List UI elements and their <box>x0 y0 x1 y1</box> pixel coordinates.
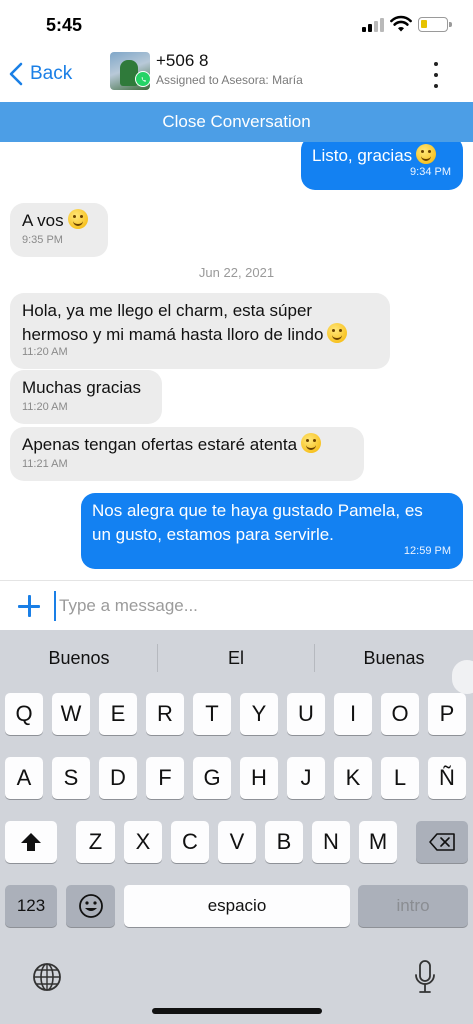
key-q[interactable]: Q <box>5 693 43 735</box>
shift-key[interactable] <box>5 821 57 863</box>
key-v[interactable]: V <box>218 821 256 863</box>
contact-name[interactable]: +506 8 <box>156 51 208 71</box>
globe-icon[interactable] <box>32 962 62 992</box>
key-e[interactable]: E <box>99 693 137 735</box>
message-time: 12:59 PM <box>403 545 451 557</box>
key-f[interactable]: F <box>146 757 184 799</box>
message-bubble[interactable]: Listo, gracias 9:34 PM <box>301 142 463 190</box>
message-text-line: Hola, ya me llego el charm, esta súper <box>22 301 313 320</box>
close-conversation-button[interactable]: Close Conversation <box>0 102 473 142</box>
key-t[interactable]: T <box>193 693 231 735</box>
key-j[interactable]: J <box>287 757 325 799</box>
emoji-key[interactable] <box>66 885 115 927</box>
key-h[interactable]: H <box>240 757 278 799</box>
suggestion-item[interactable]: Buenas <box>319 648 469 669</box>
numbers-key[interactable]: 123 <box>5 885 57 927</box>
status-bar: 5:45 <box>0 0 473 46</box>
message-time: 9:35 PM <box>22 234 63 246</box>
shift-icon <box>21 833 41 851</box>
assigned-agent-label: Assigned to Asesora: María <box>156 73 303 87</box>
add-attachment-button[interactable] <box>16 593 42 619</box>
message-bubble[interactable]: Apenas tengan ofertas estaré atenta 11:2… <box>10 427 364 481</box>
more-vertical-icon <box>434 62 438 66</box>
cellular-signal-icon <box>362 18 384 32</box>
key-l[interactable]: L <box>381 757 419 799</box>
key-s[interactable]: S <box>52 757 90 799</box>
wifi-icon <box>390 15 412 32</box>
message-bubble[interactable]: Hola, ya me llego el charm, esta súper h… <box>10 293 390 369</box>
key-o[interactable]: O <box>381 693 419 735</box>
suggestion-bar: Buenos El Buenas <box>0 630 473 694</box>
more-options-button[interactable] <box>426 62 446 88</box>
on-screen-keyboard: Buenos El Buenas Q W E R T Y U I O P A S… <box>0 630 473 1024</box>
suggestion-divider <box>314 644 315 672</box>
whatsapp-icon <box>135 71 151 87</box>
key-u[interactable]: U <box>287 693 325 735</box>
key-x[interactable]: X <box>124 821 162 863</box>
message-time: 9:34 PM <box>410 166 451 178</box>
smiling-face-emoji-icon <box>327 323 348 343</box>
space-key[interactable]: espacio <box>124 885 350 927</box>
key-g[interactable]: G <box>193 757 231 799</box>
chevron-left-icon <box>9 62 23 86</box>
key-c[interactable]: C <box>171 821 209 863</box>
message-text-line: Nos alegra que te haya gustado Pamela, e… <box>92 501 423 520</box>
composer-bar <box>0 580 473 630</box>
message-bubble[interactable]: A vos 9:35 PM <box>10 203 108 257</box>
smiling-face-emoji-icon <box>301 433 322 453</box>
key-m[interactable]: M <box>359 821 397 863</box>
key-enye[interactable]: Ñ <box>428 757 466 799</box>
delete-key[interactable] <box>416 821 468 863</box>
message-list[interactable]: Listo, gracias 9:34 PM A vos 9:35 PM Jun… <box>0 142 473 580</box>
home-indicator[interactable] <box>152 1008 322 1014</box>
key-i[interactable]: I <box>334 693 372 735</box>
key-a[interactable]: A <box>5 757 43 799</box>
suggestion-item[interactable]: Buenos <box>4 648 154 669</box>
message-text: Listo, gracias <box>312 146 413 165</box>
message-time: 11:20 AM <box>22 401 68 413</box>
suggestion-item[interactable]: El <box>161 648 311 669</box>
suggestion-divider <box>157 644 158 672</box>
key-b[interactable]: B <box>265 821 303 863</box>
keyboard-handle[interactable] <box>452 660 473 694</box>
message-input[interactable] <box>54 591 454 621</box>
message-bubble[interactable]: Muchas gracias 11:20 AM <box>10 370 162 424</box>
key-k[interactable]: K <box>334 757 372 799</box>
back-button[interactable]: Back <box>8 62 72 86</box>
message-time: 11:21 AM <box>22 458 68 470</box>
backspace-icon <box>429 833 455 851</box>
key-n[interactable]: N <box>312 821 350 863</box>
back-label: Back <box>30 63 73 84</box>
key-y[interactable]: Y <box>240 693 278 735</box>
return-key[interactable]: intro <box>358 885 468 927</box>
message-text-line: un gusto, estamos para servirle. <box>92 525 334 544</box>
key-p[interactable]: P <box>428 693 466 735</box>
emoji-face-icon <box>78 894 103 918</box>
smiling-face-emoji-icon <box>67 209 88 229</box>
date-separator: Jun 22, 2021 <box>198 265 275 280</box>
chat-header: Back +506 8 Assigned to Asesora: María <box>0 46 473 102</box>
key-r[interactable]: R <box>146 693 184 735</box>
battery-icon <box>418 17 452 32</box>
message-time: 11:20 AM <box>22 346 68 358</box>
status-time: 5:45 <box>46 15 83 35</box>
key-z[interactable]: Z <box>76 821 115 863</box>
microphone-icon[interactable] <box>414 960 436 994</box>
key-d[interactable]: D <box>99 757 137 799</box>
message-bubble[interactable]: Nos alegra que te haya gustado Pamela, e… <box>81 493 463 569</box>
key-w[interactable]: W <box>52 693 90 735</box>
